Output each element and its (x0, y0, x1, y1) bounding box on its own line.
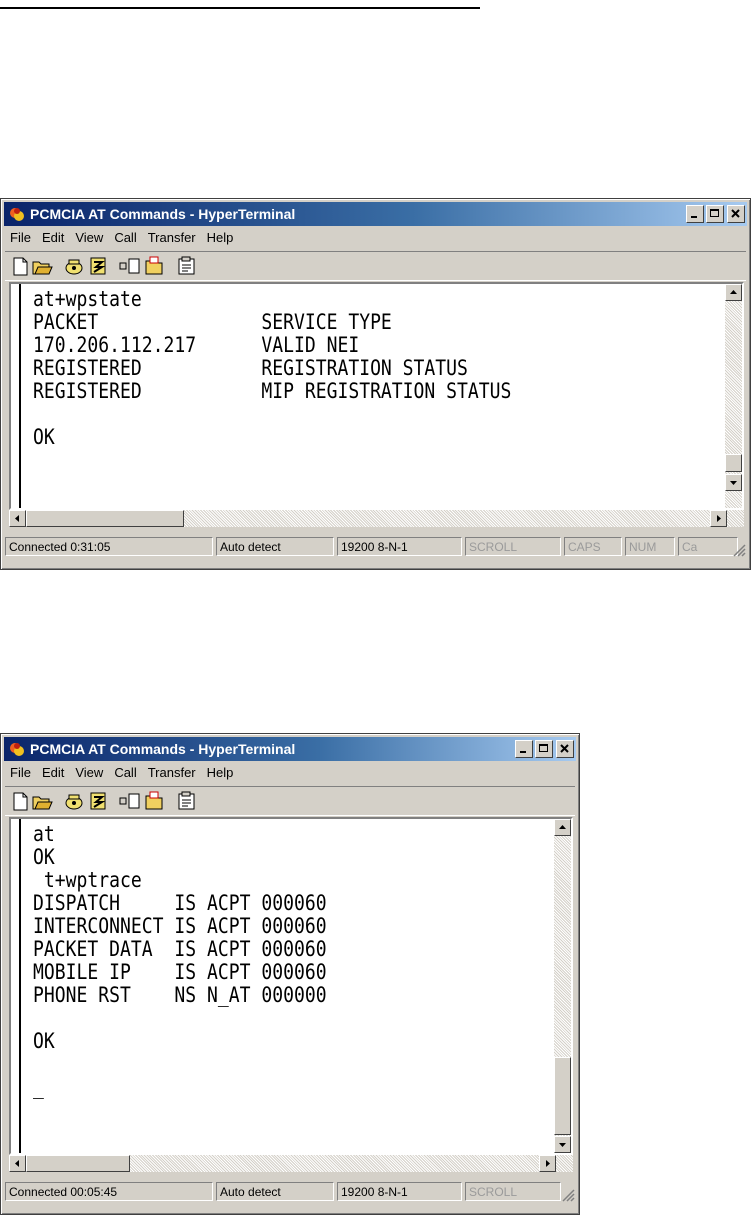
terminal-line: t+wptrace (33, 868, 142, 892)
terminal-line: at (33, 822, 55, 846)
status-settings: 19200 8-N-1 (337, 1182, 462, 1201)
menu-transfer[interactable]: Transfer (143, 763, 202, 783)
terminal-output: at OK t+wptrace DISPATCH IS ACPT 000060 INT… (33, 823, 327, 1099)
status-settings: 19200 8-N-1 (337, 537, 462, 556)
status-connection: Connected 0:31:05 (5, 537, 213, 556)
scroll-thumb[interactable] (725, 454, 742, 472)
menu-help[interactable]: Help (202, 763, 240, 783)
horizontal-scrollbar[interactable] (9, 1155, 573, 1172)
resize-grip-icon[interactable] (561, 1188, 575, 1202)
scroll-left-button[interactable] (9, 1155, 26, 1172)
horizontal-scrollbar[interactable] (9, 510, 744, 527)
menu-edit[interactable]: Edit (37, 228, 70, 248)
terminal-line: PHONE RST NS N_AT 000000 (33, 983, 327, 1007)
minimize-button[interactable] (515, 740, 533, 758)
hyperterminal-window-1: PCMCIA AT Commands - HyperTerminal File … (0, 198, 751, 570)
terminal-line: REGISTERED MIP REGISTRATION STATUS (33, 379, 512, 403)
horizontal-scroll-thumb[interactable] (26, 510, 184, 527)
scroll-right-button[interactable] (710, 510, 727, 527)
scroll-up-button[interactable] (725, 284, 742, 301)
terminal-screen[interactable]: at+wpstate PACKET SERVICE TYPE 170.206.112… (9, 282, 744, 510)
menu-edit[interactable]: Edit (37, 763, 70, 783)
menu-bar: File Edit View Call Transfer Help (5, 763, 239, 783)
receive-icon[interactable] (143, 790, 165, 812)
window-title: PCMCIA AT Commands - HyperTerminal (30, 741, 296, 757)
menu-file[interactable]: File (5, 763, 37, 783)
terminal-line: DISPATCH IS ACPT 000060 (33, 891, 327, 915)
menu-view[interactable]: View (70, 763, 109, 783)
properties-icon[interactable] (175, 790, 197, 812)
terminal-line: 170.206.112.217 VALID NEI (33, 333, 360, 357)
hyperterminal-app-icon[interactable] (8, 205, 26, 223)
title-bar[interactable]: PCMCIA AT Commands - HyperTerminal (4, 737, 576, 761)
terminal-line: PACKET SERVICE TYPE (33, 310, 392, 334)
scroll-left-button[interactable] (9, 510, 26, 527)
terminal-line: PACKET DATA IS ACPT 000060 (33, 937, 327, 961)
properties-icon[interactable] (175, 255, 197, 277)
horizontal-scroll-thumb[interactable] (26, 1155, 130, 1172)
new-file-icon[interactable] (9, 790, 31, 812)
scroll-up-button[interactable] (554, 819, 571, 836)
status-bar: Connected 00:05:45 Auto detect 19200 8-N… (5, 1180, 575, 1202)
toolbar (5, 786, 575, 816)
disconnect-icon[interactable] (87, 790, 109, 812)
new-file-icon[interactable] (9, 255, 31, 277)
vertical-scrollbar[interactable] (725, 284, 742, 508)
terminal-line: INTERCONNECT IS ACPT 000060 (33, 914, 327, 938)
scroll-down-button[interactable] (725, 474, 742, 491)
terminal-line: OK (33, 425, 55, 449)
status-scroll: SCROLL (465, 1182, 561, 1201)
title-bar[interactable]: PCMCIA AT Commands - HyperTerminal (4, 202, 747, 226)
disconnect-icon[interactable] (87, 255, 109, 277)
connect-phone-icon[interactable] (63, 790, 85, 812)
top-rule (0, 7, 480, 9)
hyperterminal-window-2: PCMCIA AT Commands - HyperTerminal File … (0, 733, 580, 1215)
terminal-line: OK (33, 1029, 55, 1053)
maximize-button[interactable] (535, 740, 553, 758)
terminal-line: REGISTERED REGISTRATION STATUS (33, 356, 468, 380)
hyperterminal-app-icon[interactable] (8, 740, 26, 758)
terminal-line: MOBILE IP IS ACPT 000060 (33, 960, 327, 984)
maximize-button[interactable] (706, 205, 724, 223)
scroll-thumb[interactable] (554, 1057, 571, 1135)
send-icon[interactable] (119, 790, 141, 812)
terminal-line: at+wpstate (33, 287, 142, 311)
vertical-scrollbar[interactable] (554, 819, 571, 1153)
minimize-button[interactable] (686, 205, 704, 223)
connect-phone-icon[interactable] (63, 255, 85, 277)
terminal-output: at+wpstate PACKET SERVICE TYPE 170.206.112… (33, 288, 511, 449)
status-bar: Connected 0:31:05 Auto detect 19200 8-N-… (5, 535, 746, 557)
open-folder-icon[interactable] (31, 790, 53, 812)
status-detect: Auto detect (216, 537, 334, 556)
send-icon[interactable] (119, 255, 141, 277)
close-button[interactable] (727, 205, 745, 223)
menu-file[interactable]: File (5, 228, 37, 248)
status-connection: Connected 00:05:45 (5, 1182, 213, 1201)
menu-call[interactable]: Call (109, 763, 142, 783)
close-button[interactable] (556, 740, 574, 758)
menu-help[interactable]: Help (202, 228, 240, 248)
menu-call[interactable]: Call (109, 228, 142, 248)
status-detect: Auto detect (216, 1182, 334, 1201)
terminal-line: OK (33, 845, 55, 869)
status-num: NUM (625, 537, 675, 556)
terminal-screen[interactable]: at OK t+wptrace DISPATCH IS ACPT 000060 INT… (9, 817, 573, 1155)
scroll-right-button[interactable] (539, 1155, 556, 1172)
terminal-cursor: _ (33, 1075, 44, 1099)
status-capture: Ca (678, 537, 738, 556)
toolbar (5, 251, 746, 281)
receive-icon[interactable] (143, 255, 165, 277)
status-caps: CAPS (564, 537, 622, 556)
scroll-down-button[interactable] (554, 1136, 571, 1153)
status-scroll: SCROLL (465, 537, 561, 556)
resize-grip-icon[interactable] (732, 543, 746, 557)
window-title: PCMCIA AT Commands - HyperTerminal (30, 206, 296, 222)
menu-bar: File Edit View Call Transfer Help (5, 228, 239, 248)
open-folder-icon[interactable] (31, 255, 53, 277)
menu-transfer[interactable]: Transfer (143, 228, 202, 248)
menu-view[interactable]: View (70, 228, 109, 248)
